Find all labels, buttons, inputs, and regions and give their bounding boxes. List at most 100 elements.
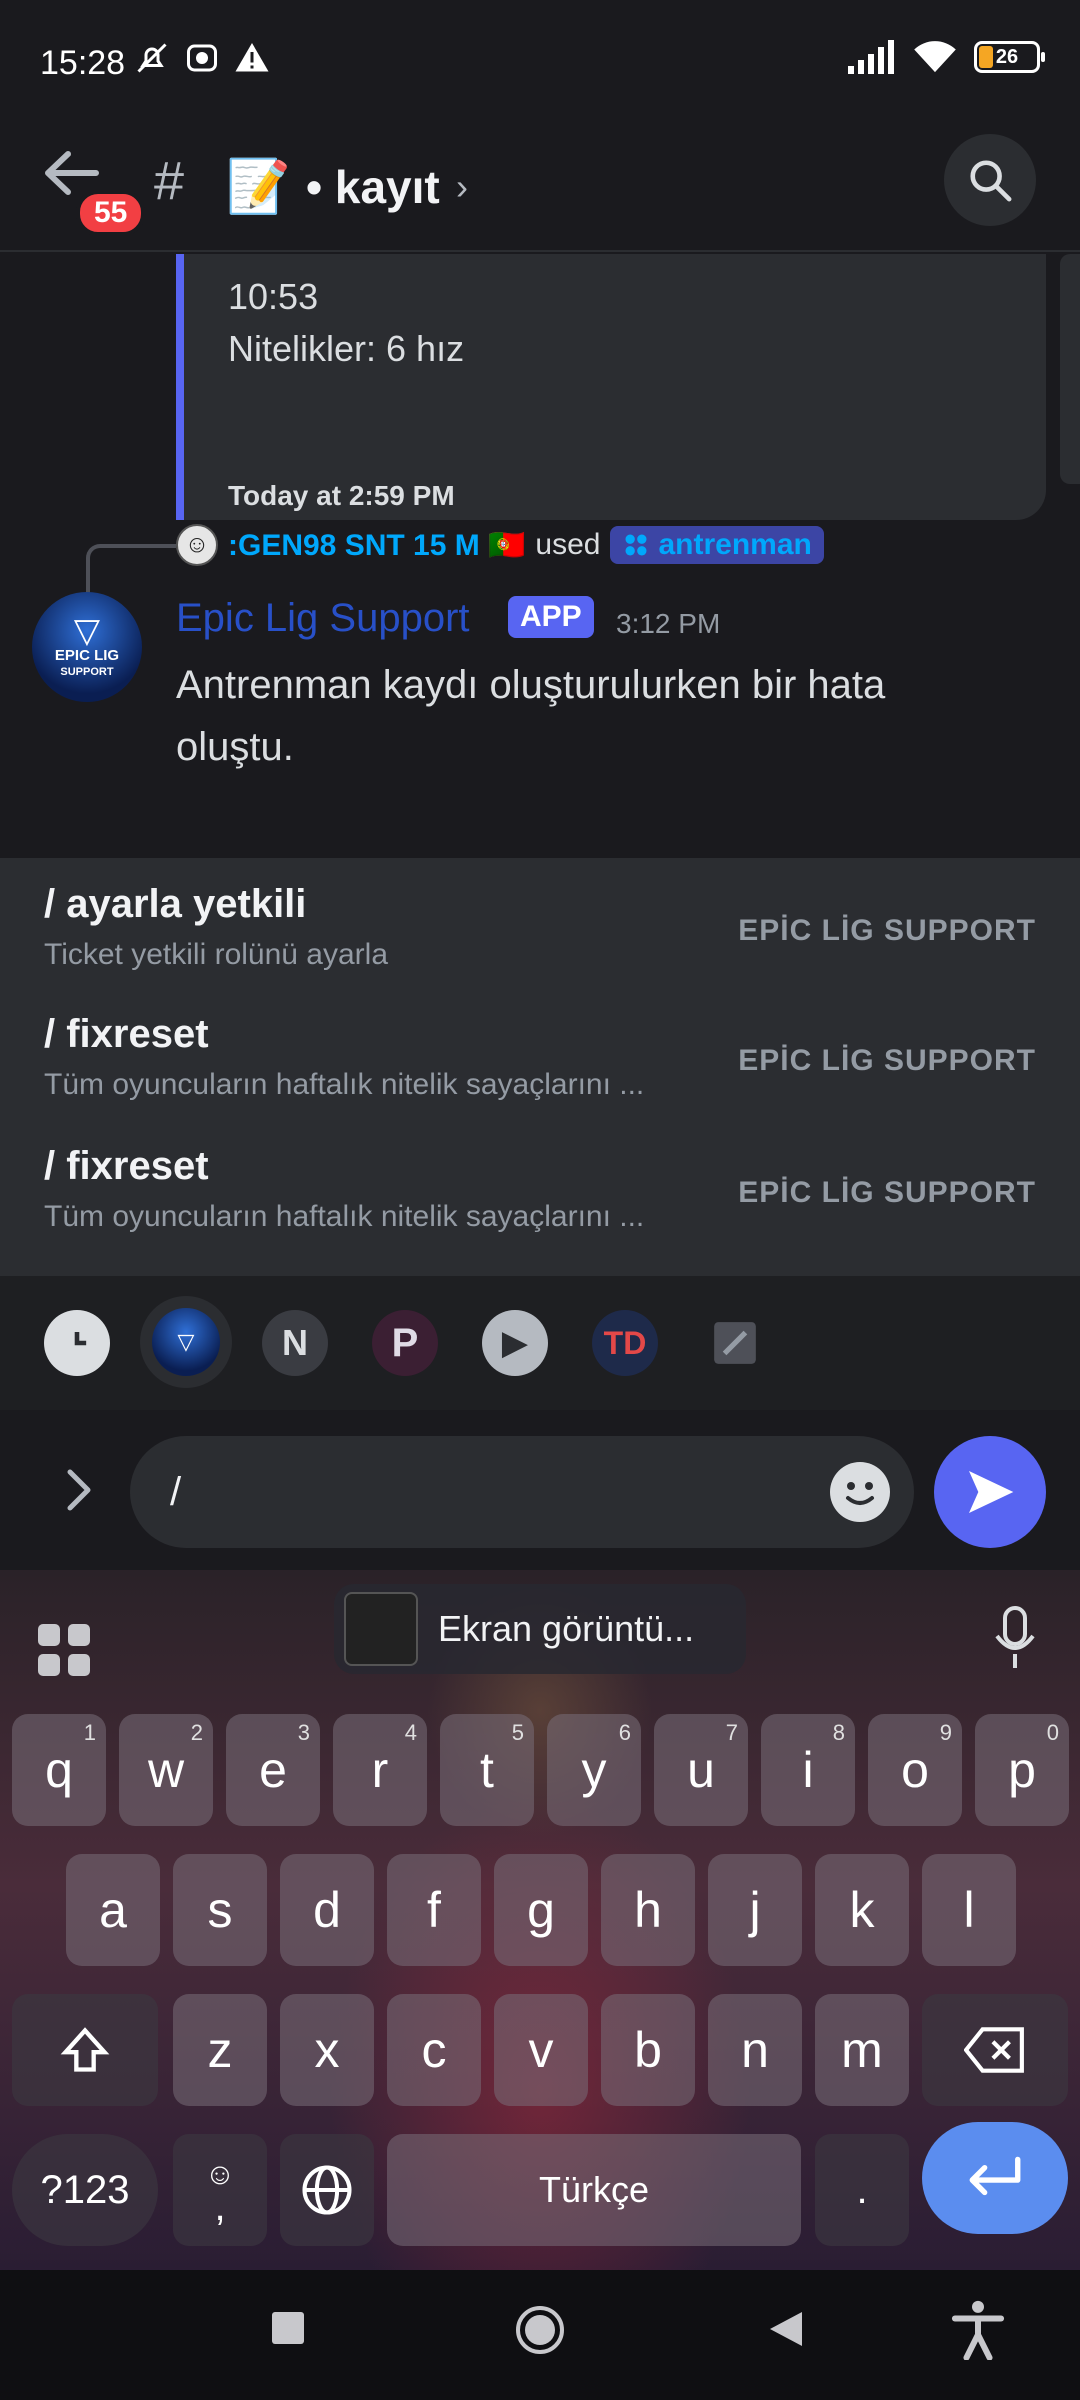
- message-input[interactable]: /: [130, 1436, 914, 1548]
- command-name: antrenman: [658, 528, 812, 561]
- emoji-button[interactable]: [830, 1462, 890, 1522]
- period-key[interactable]: .: [815, 2134, 909, 2246]
- key-h[interactable]: h: [601, 1854, 695, 1966]
- key-y[interactable]: y6: [547, 1714, 641, 1826]
- key-s[interactable]: s: [173, 1854, 267, 1966]
- logo-mark-icon: ▽: [73, 612, 101, 650]
- home-circle-icon: [516, 2306, 564, 2354]
- reply-connector: [86, 544, 176, 594]
- embed-card: 10:53 Nitelikler: 6 hız Today at 2:59 PM: [176, 254, 1046, 520]
- message-author[interactable]: Epic Lig Support: [176, 596, 470, 641]
- key-u[interactable]: u7: [654, 1714, 748, 1826]
- battery-indicator: 26: [974, 41, 1045, 73]
- home-button[interactable]: [514, 2304, 566, 2361]
- autocomplete-item[interactable]: / ayarla yetkili Ticket yetkili rolünü a…: [0, 858, 1080, 988]
- key-number-hint: 0: [1046, 1720, 1059, 1745]
- key-m[interactable]: m: [815, 1994, 909, 2106]
- enter-key[interactable]: [922, 2122, 1068, 2234]
- enter-icon: [969, 2156, 1021, 2196]
- key-n[interactable]: n: [708, 1994, 802, 2106]
- message-list[interactable]: 10:53 Nitelikler: 6 hız Today at 2:59 PM…: [0, 254, 1080, 858]
- key-z[interactable]: z: [173, 1994, 267, 2106]
- td-app-icon[interactable]: TD: [592, 1310, 658, 1376]
- space-key[interactable]: Türkçe: [387, 2134, 801, 2246]
- key-x[interactable]: x: [280, 1994, 374, 2106]
- reply-avatar[interactable]: ☺: [176, 524, 218, 566]
- key-f[interactable]: f: [387, 1854, 481, 1966]
- key-j[interactable]: j: [708, 1854, 802, 1966]
- key-t[interactable]: t5: [440, 1714, 534, 1826]
- wifi-icon: [914, 41, 956, 73]
- p-app-icon[interactable]: P: [372, 1310, 438, 1376]
- key-v[interactable]: v: [494, 1994, 588, 2106]
- search-icon: [970, 160, 1012, 202]
- command-mention[interactable]: antrenman: [610, 526, 824, 564]
- key-q[interactable]: q1: [12, 1714, 106, 1826]
- key-number-hint: 6: [618, 1720, 631, 1745]
- autocomplete-item[interactable]: / fixreset Tüm oyuncuların haftalık nite…: [0, 988, 1080, 1118]
- recent-clock-icon[interactable]: [44, 1310, 110, 1376]
- embed-line: Nitelikler: 6 hız: [228, 328, 465, 369]
- accessibility-button[interactable]: [950, 2300, 1006, 2365]
- send-button[interactable]: [934, 1436, 1046, 1548]
- recents-button[interactable]: [270, 2310, 306, 2351]
- apps-grid-icon[interactable]: [34, 1620, 94, 1680]
- play-app-icon[interactable]: ▶: [482, 1310, 548, 1376]
- key-number-hint: 4: [404, 1720, 417, 1745]
- bolt-app-icon[interactable]: N: [262, 1310, 328, 1376]
- key-o[interactable]: o9: [868, 1714, 962, 1826]
- key-l[interactable]: l: [922, 1854, 1016, 1966]
- key-p[interactable]: p0: [975, 1714, 1069, 1826]
- command-reply-header[interactable]: ☺ :GEN98 SNT 15 M 🇵🇹 used antrenman: [176, 524, 824, 566]
- avatar[interactable]: ▽ EPIC LIG SUPPORT: [32, 592, 142, 702]
- warning-icon: [235, 43, 269, 72]
- autocomplete-item[interactable]: / fixreset Tüm oyuncuların haftalık nite…: [0, 1120, 1080, 1250]
- triangle-back-icon: [770, 2312, 802, 2346]
- key-i[interactable]: i8: [761, 1714, 855, 1826]
- shift-icon: [60, 2027, 110, 2072]
- backspace-key[interactable]: [922, 1994, 1068, 2106]
- message-text: Antrenman kaydı oluşturulurken bir hata …: [176, 663, 886, 769]
- app-tag: APP: [508, 596, 594, 638]
- message-composer: /: [0, 1410, 1080, 1570]
- chevron-right-icon[interactable]: ›: [456, 166, 468, 208]
- key-r[interactable]: r4: [333, 1714, 427, 1826]
- key-c[interactable]: c: [387, 1994, 481, 2106]
- comma-emoji-key[interactable]: ☺ ,: [173, 2134, 267, 2246]
- key-a[interactable]: a: [66, 1854, 160, 1966]
- command-description: Tüm oyuncuların haftalık nitelik sayaçla…: [44, 1200, 645, 1233]
- reply-username[interactable]: :GEN98 SNT 15 M 🇵🇹: [228, 528, 525, 563]
- key-b[interactable]: b: [601, 1994, 695, 2106]
- clipboard-suggestion[interactable]: Ekran görüntü...: [334, 1584, 746, 1674]
- command-source: EPİC LİG SUPPORT: [738, 1044, 1036, 1077]
- unread-badge: 55: [76, 190, 146, 236]
- channel-name[interactable]: • kayıt: [306, 160, 440, 214]
- command-source: EPİC LİG SUPPORT: [738, 914, 1036, 947]
- globe-icon: [302, 2165, 352, 2215]
- avatar-logo-text: EPIC LIG: [54, 647, 120, 664]
- key-d[interactable]: d: [280, 1854, 374, 1966]
- pencil-icon[interactable]: [702, 1310, 768, 1376]
- clipboard-text: Ekran görüntü...: [438, 1608, 695, 1649]
- key-k[interactable]: k: [815, 1854, 909, 1966]
- key-w[interactable]: w2: [119, 1714, 213, 1826]
- symbols-key[interactable]: ?123: [12, 2134, 158, 2246]
- back-nav-button[interactable]: [768, 2310, 804, 2353]
- microphone-icon[interactable]: [990, 1604, 1040, 1674]
- key-number-hint: 1: [83, 1720, 96, 1745]
- key-label: w: [147, 1742, 185, 1798]
- soft-keyboard: Ekran görüntü... q1 w2 e3 r4 t5 y6 u7 i8…: [0, 1570, 1080, 2270]
- key-g[interactable]: g: [494, 1854, 588, 1966]
- expand-chevron-icon[interactable]: [60, 1460, 100, 1520]
- key-e[interactable]: e3: [226, 1714, 320, 1826]
- shift-key[interactable]: [12, 1994, 158, 2106]
- search-button[interactable]: [944, 134, 1036, 226]
- language-key[interactable]: [280, 2134, 374, 2246]
- record-icon: [187, 44, 217, 72]
- reply-used-label: used: [535, 528, 601, 561]
- epic-lig-app-icon[interactable]: ▽: [152, 1308, 220, 1376]
- key-label: q: [45, 1742, 73, 1798]
- square-icon: [272, 2312, 304, 2344]
- scrollbar[interactable]: [1060, 254, 1080, 484]
- key-label: o: [901, 1742, 929, 1798]
